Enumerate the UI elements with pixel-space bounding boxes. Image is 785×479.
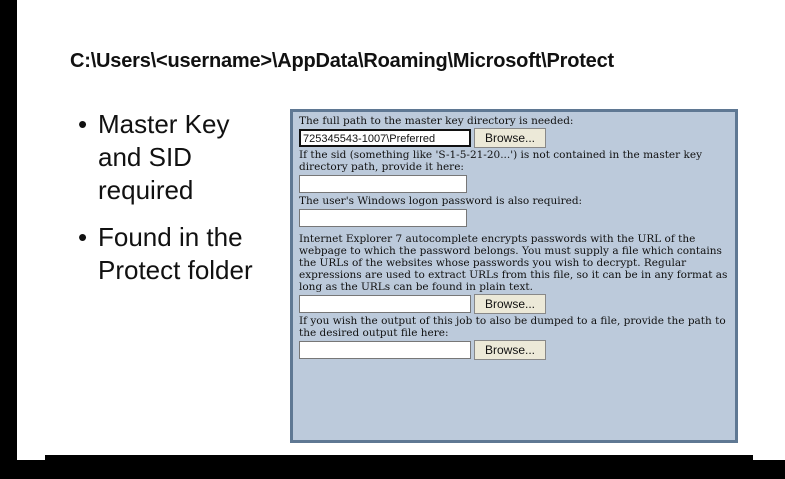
output-browse-button[interactable]: Browse... [474,340,547,360]
bullet-list: • Master Key and SID required • Found in t… [72,108,272,301]
password-label: The user's Windows logon password is als… [299,195,583,207]
bullet-dot-icon: • [78,222,88,252]
bottom-black-bar [45,455,753,479]
sid-label: If the sid (something like 'S-1-5-21-20.… [299,149,703,173]
bullet-found-in: • Found in the Protect folder [72,221,272,287]
masterkey-browse-button[interactable]: Browse... [474,128,547,148]
url-file-input[interactable] [299,295,471,313]
password-row [299,207,729,229]
bullet-dot-icon: • [78,109,88,139]
protect-path-title: C:\Users\<username>\AppData\Roaming\Micr… [70,50,614,72]
ie7-description: Internet Explorer 7 autocomplete encrypt… [299,233,728,293]
bullet-text: Master Key and SID required [98,109,230,205]
sid-row [299,173,729,195]
url-file-browse-button[interactable]: Browse... [474,294,547,314]
output-file-input[interactable] [299,341,471,359]
output-label: If you wish the output of this job to al… [299,315,726,339]
masterkey-row: 725345543-1007\Preferred Browse... [299,127,729,149]
output-row: Browse... [299,339,729,361]
bullet-text: Found in the Protect folder [98,222,253,285]
password-input[interactable] [299,209,467,227]
decryption-form-panel: The full path to the master key director… [290,109,738,443]
masterkey-path-input[interactable]: 725345543-1007\Preferred [299,129,471,147]
urlfile-row: Browse... [299,293,729,315]
masterkey-label: The full path to the master key director… [299,115,574,127]
bullet-master-key: • Master Key and SID required [72,108,272,207]
sid-input[interactable] [299,175,467,193]
